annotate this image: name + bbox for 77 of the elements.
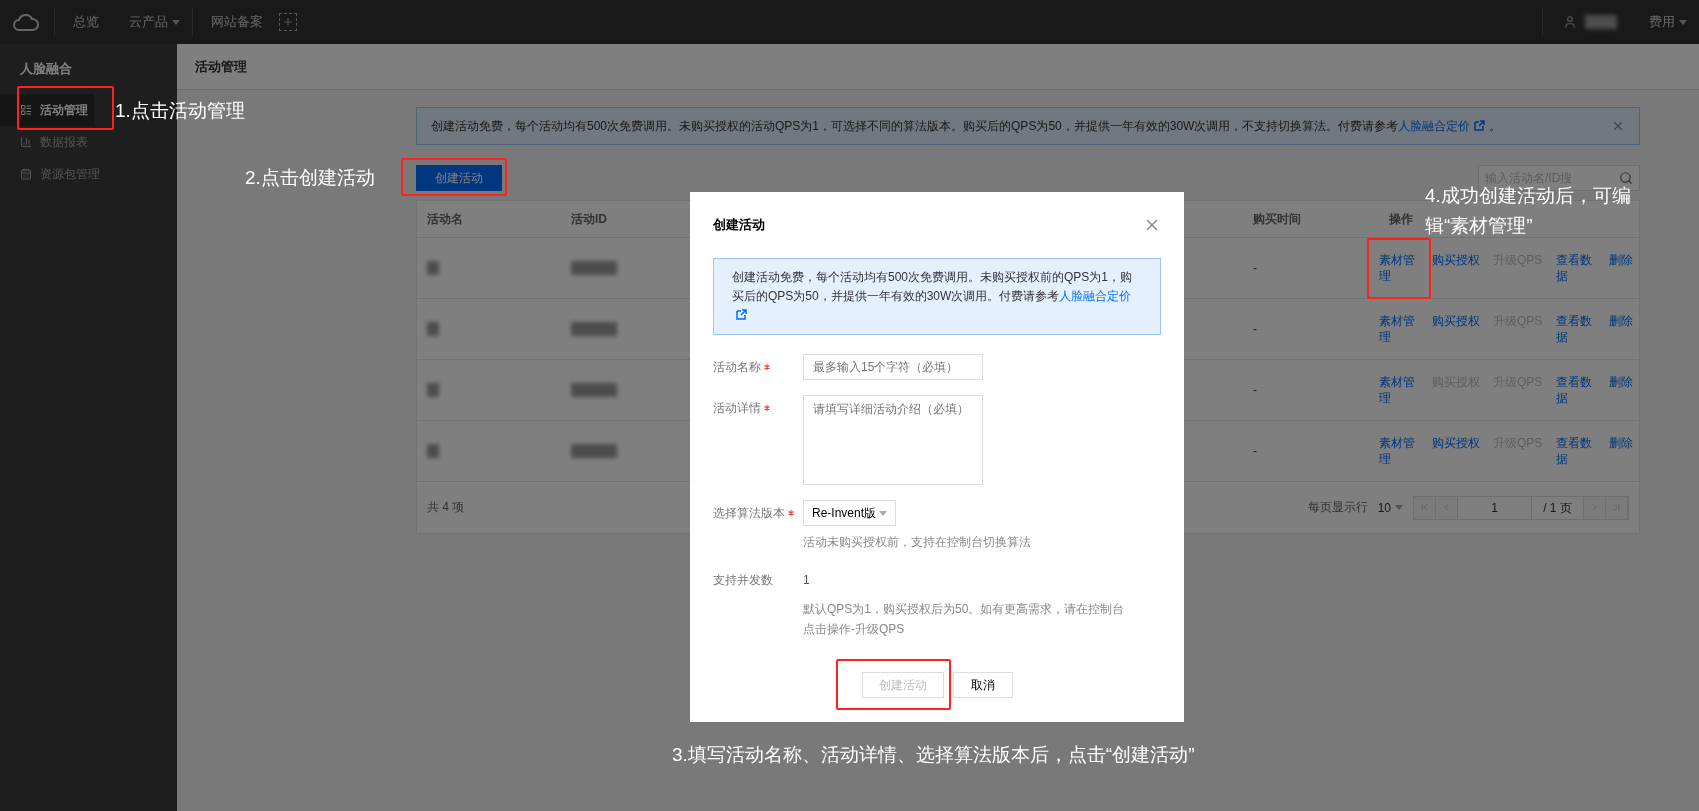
create-activity-button[interactable]: 创建活动 xyxy=(416,165,502,191)
column-header: 活动ID xyxy=(571,211,607,226)
algorithm-select[interactable]: Re-Invent版 xyxy=(803,500,896,526)
add-shortcut-icon[interactable] xyxy=(279,13,297,31)
sidebar-title: 人脸融合 xyxy=(19,60,73,78)
close-icon[interactable] xyxy=(1611,119,1625,133)
action-link[interactable]: 素材管理 xyxy=(1379,435,1419,467)
textarea-field[interactable]: 请填写详细活动介绍（必填） xyxy=(803,395,983,485)
table-cell-text: - xyxy=(1252,444,1258,458)
field-label: 活动详情 xyxy=(713,400,761,417)
action-link[interactable]: 查看数据 xyxy=(1556,374,1596,406)
pricing-link[interactable]: 人脸融合定价 xyxy=(1059,289,1132,303)
dialog-button[interactable]: 取消 xyxy=(952,672,1013,698)
highlight-frame xyxy=(1367,238,1431,299)
redacted-block xyxy=(427,261,439,275)
redacted-block xyxy=(427,322,439,336)
redacted-block xyxy=(1585,15,1617,29)
search-icon xyxy=(1619,171,1633,185)
action-link[interactable]: 删除 xyxy=(1609,435,1639,451)
dialog-notice: 创建活动免费，每个活动均有500次免费调用。未购买授权前的QPS为1，购买后的QPS为50，并提供一年有效的30W次调用。付费请参考人脸融合定价 xyxy=(713,258,1161,335)
field-value: 1 xyxy=(803,572,811,589)
redacted-block xyxy=(571,261,617,275)
field-label: 支持并发数 xyxy=(713,572,773,589)
column-header: 活动名 xyxy=(427,211,463,226)
redacted-block xyxy=(571,383,617,397)
action-link[interactable]: 查看数据 xyxy=(1556,252,1596,284)
cloud-logo-icon xyxy=(12,11,40,33)
external-link-icon xyxy=(1474,119,1486,131)
caret-icon xyxy=(1395,505,1403,510)
action-link[interactable]: 查看数据 xyxy=(1556,435,1596,467)
field-hint: 默认QPS为1，购买授权后为50。如有更高需求，请在控制台点击操作-升级QPS xyxy=(803,601,1126,638)
menu-item-icon xyxy=(20,168,32,180)
last-page-button[interactable] xyxy=(1606,496,1628,519)
redacted-block xyxy=(427,444,439,458)
action-link[interactable]: 删除 xyxy=(1609,252,1639,268)
table-cell-text: - xyxy=(1252,261,1258,275)
action-link[interactable]: 删除 xyxy=(1609,374,1639,390)
action-link[interactable]: 素材管理 xyxy=(1379,252,1419,284)
field-hint: 活动未购买授权前，支持在控制台切换算法 xyxy=(803,534,1032,551)
notice-text: 创建活动免费，每个活动均有500次免费调用。未购买授权的活动QPS为1，可选择不同的算法版本。购买后的QPS为50，并提供一年有效的30W次调用，不支持切换算法。付费请参考人脸融合定价 。 xyxy=(431,117,1502,135)
nav-link[interactable]: 网站备案 xyxy=(193,13,275,31)
action-link[interactable]: 删除 xyxy=(1609,313,1639,329)
input-field[interactable]: 最多输入15个字符（必填） xyxy=(803,354,983,380)
page-title: 活动管理 xyxy=(177,44,1699,90)
nav-link[interactable]: 总览 xyxy=(55,13,111,31)
annotation-text: 3.填写活动名称、活动详情、选择算法版本后，点击“创建活动” xyxy=(672,743,1195,767)
action-link[interactable]: 购买授权 xyxy=(1432,252,1480,268)
caret-icon xyxy=(879,510,887,516)
menu-item-icon xyxy=(20,104,32,116)
action-link[interactable]: 查看数据 xyxy=(1556,313,1596,345)
external-link-icon xyxy=(736,309,747,320)
table-cell-text: - xyxy=(1252,383,1258,397)
table-cell-text: - xyxy=(1252,322,1258,336)
redacted-block xyxy=(571,444,617,458)
column-header: 购买时间 xyxy=(1253,211,1301,226)
pricing-link[interactable]: 人脸融合定价 xyxy=(1398,118,1471,133)
billing-menu[interactable]: 费用 xyxy=(1631,13,1699,31)
menu-item-icon xyxy=(20,136,32,148)
action-link[interactable]: 购买授权 xyxy=(1432,313,1480,329)
sidebar-item[interactable]: 活动管理 xyxy=(0,94,94,126)
page-size-label: 每页显示行 xyxy=(1307,499,1368,516)
total-count: 共 4 项 xyxy=(427,499,465,516)
action-link[interactable]: 购买授权 xyxy=(1432,435,1480,451)
caret-icon xyxy=(1679,19,1687,25)
redacted-block xyxy=(427,383,439,397)
action-link[interactable]: 素材管理 xyxy=(1379,313,1419,345)
page-size-select[interactable]: 10 xyxy=(1377,500,1403,515)
action-link[interactable]: 素材管理 xyxy=(1379,374,1419,406)
caret-icon xyxy=(172,19,180,25)
field-label: 选择算法版本 xyxy=(713,505,785,522)
column-header: 操作 xyxy=(1389,211,1413,226)
field-label: 活动名称 xyxy=(713,359,761,376)
redacted-block xyxy=(571,322,617,336)
dialog-title: 创建活动 xyxy=(713,216,765,234)
nav-link[interactable]: 云产品 xyxy=(111,13,192,31)
annotation-text: 2.点击创建活动 xyxy=(245,166,375,190)
user-icon xyxy=(1563,15,1577,29)
